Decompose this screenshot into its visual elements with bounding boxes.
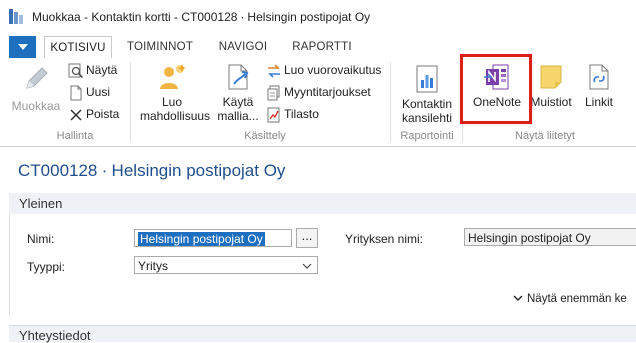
onenote-highlight-box xyxy=(460,54,532,124)
create-opportunity-button[interactable]: Luo mahdollisuus xyxy=(134,62,210,123)
delete-button[interactable]: Poista xyxy=(68,107,119,123)
name-assist-button[interactable]: ... xyxy=(296,228,318,248)
type-select-value: Yritys xyxy=(138,259,168,273)
chevron-down-icon xyxy=(302,263,312,269)
group-separator xyxy=(130,62,131,142)
tab-raportti[interactable]: RAPORTTI xyxy=(284,36,360,58)
pencil-icon xyxy=(26,67,48,89)
view-button[interactable]: Näytä xyxy=(68,63,117,79)
group-label-raportointi: Raportointi xyxy=(400,130,454,142)
create-opportunity-label: Luo mahdollisuus xyxy=(140,95,211,123)
group-separator xyxy=(390,62,391,142)
company-name-value: Helsingin postipojat Oy xyxy=(468,231,591,245)
chevron-down-icon xyxy=(513,295,523,302)
statistics-button[interactable]: Tilasto xyxy=(266,107,319,123)
edit-button-label: Muokkaa xyxy=(11,99,61,113)
template-document-icon xyxy=(228,64,249,90)
magnifier-page-icon xyxy=(68,63,84,79)
sales-quotes-button[interactable]: Myyntitarjoukset xyxy=(266,85,371,101)
ribbon-tab-bar: KOTISIVU TOIMINNOT NAVIGOI RAPORTTI xyxy=(0,34,636,60)
tab-toiminnot[interactable]: TOIMINNOT xyxy=(118,36,202,58)
sales-quote-documents-icon xyxy=(267,85,280,101)
application-menu-button[interactable] xyxy=(9,36,36,58)
tab-navigoi[interactable]: NAVIGOI xyxy=(210,36,276,58)
name-field-value: Helsingin postipojat Oy xyxy=(138,232,265,246)
use-template-label: Käytä mallia... xyxy=(217,95,259,123)
opportunity-people-icon xyxy=(160,64,186,89)
show-more-button[interactable]: Näytä enemmän ke xyxy=(513,293,627,305)
new-button[interactable]: Uusi xyxy=(68,85,110,101)
contact-cover-sheet-label: Kontaktin kansilehti xyxy=(401,97,453,125)
delete-x-icon xyxy=(70,109,82,121)
create-interaction-label: Luo vuorovaikutus xyxy=(284,63,382,78)
statistics-label: Tilasto xyxy=(284,107,319,122)
group-label-hallinta: Hallinta xyxy=(56,130,94,142)
company-name-field[interactable]: Helsingin postipojat Oy xyxy=(464,228,636,246)
new-document-icon xyxy=(70,85,82,101)
report-chart-icon xyxy=(416,65,438,93)
name-field[interactable]: Helsingin postipojat Oy xyxy=(134,229,292,247)
links-label: Linkit xyxy=(584,95,613,109)
group-label-kasittely: Käsittely xyxy=(244,130,286,142)
notes-label: Muistiot xyxy=(530,95,572,109)
links-button[interactable]: Linkit xyxy=(578,62,620,109)
contact-cover-sheet-button[interactable]: Kontaktin kansilehti xyxy=(394,64,460,125)
fasttab-general-header[interactable]: Yleinen xyxy=(9,193,636,215)
create-interaction-button[interactable]: Luo vuorovaikutus xyxy=(266,63,381,79)
statistics-chart-icon xyxy=(267,107,280,123)
type-label: Tyyppi: xyxy=(27,260,66,274)
fasttab-communication-header[interactable]: Yhteystiedot xyxy=(9,325,636,343)
window-title: Muokkaa - Kontaktin kortti - CT000128 ∙ … xyxy=(32,10,371,24)
page-title: CT000128 ∙ Helsingin postipojat Oy xyxy=(18,161,286,180)
new-button-label: Uusi xyxy=(86,85,111,100)
use-template-button[interactable]: Käytä mallia... xyxy=(212,62,264,123)
name-label: Nimi: xyxy=(27,232,55,246)
sales-quotes-label: Myyntitarjoukset xyxy=(284,85,371,100)
delete-button-label: Poista xyxy=(86,107,120,122)
interaction-arrows-icon xyxy=(268,64,280,78)
tab-kotisivu[interactable]: KOTISIVU xyxy=(44,36,112,60)
notes-button[interactable]: Muistiot xyxy=(528,62,574,109)
dynamics-nav-app-icon xyxy=(9,9,23,24)
title-bar: Muokkaa - Kontaktin kortti - CT000128 ∙ … xyxy=(0,0,636,34)
sticky-note-icon xyxy=(540,65,562,89)
fasttab-general-title: Yleinen xyxy=(19,196,63,211)
type-select[interactable]: Yritys xyxy=(134,256,318,274)
ribbon: Muokkaa Näytä Uusi Poista Hallinta Luo m… xyxy=(0,58,636,147)
company-name-label: Yrityksen nimi: xyxy=(345,232,424,246)
show-more-label: Näytä enemmän ke xyxy=(527,293,627,305)
group-label-nayta-liitetyt: Näytä liitetyt xyxy=(515,130,575,142)
edit-button[interactable]: Muokkaa xyxy=(10,64,62,113)
view-button-label: Näytä xyxy=(86,63,118,78)
link-document-icon xyxy=(589,64,609,90)
